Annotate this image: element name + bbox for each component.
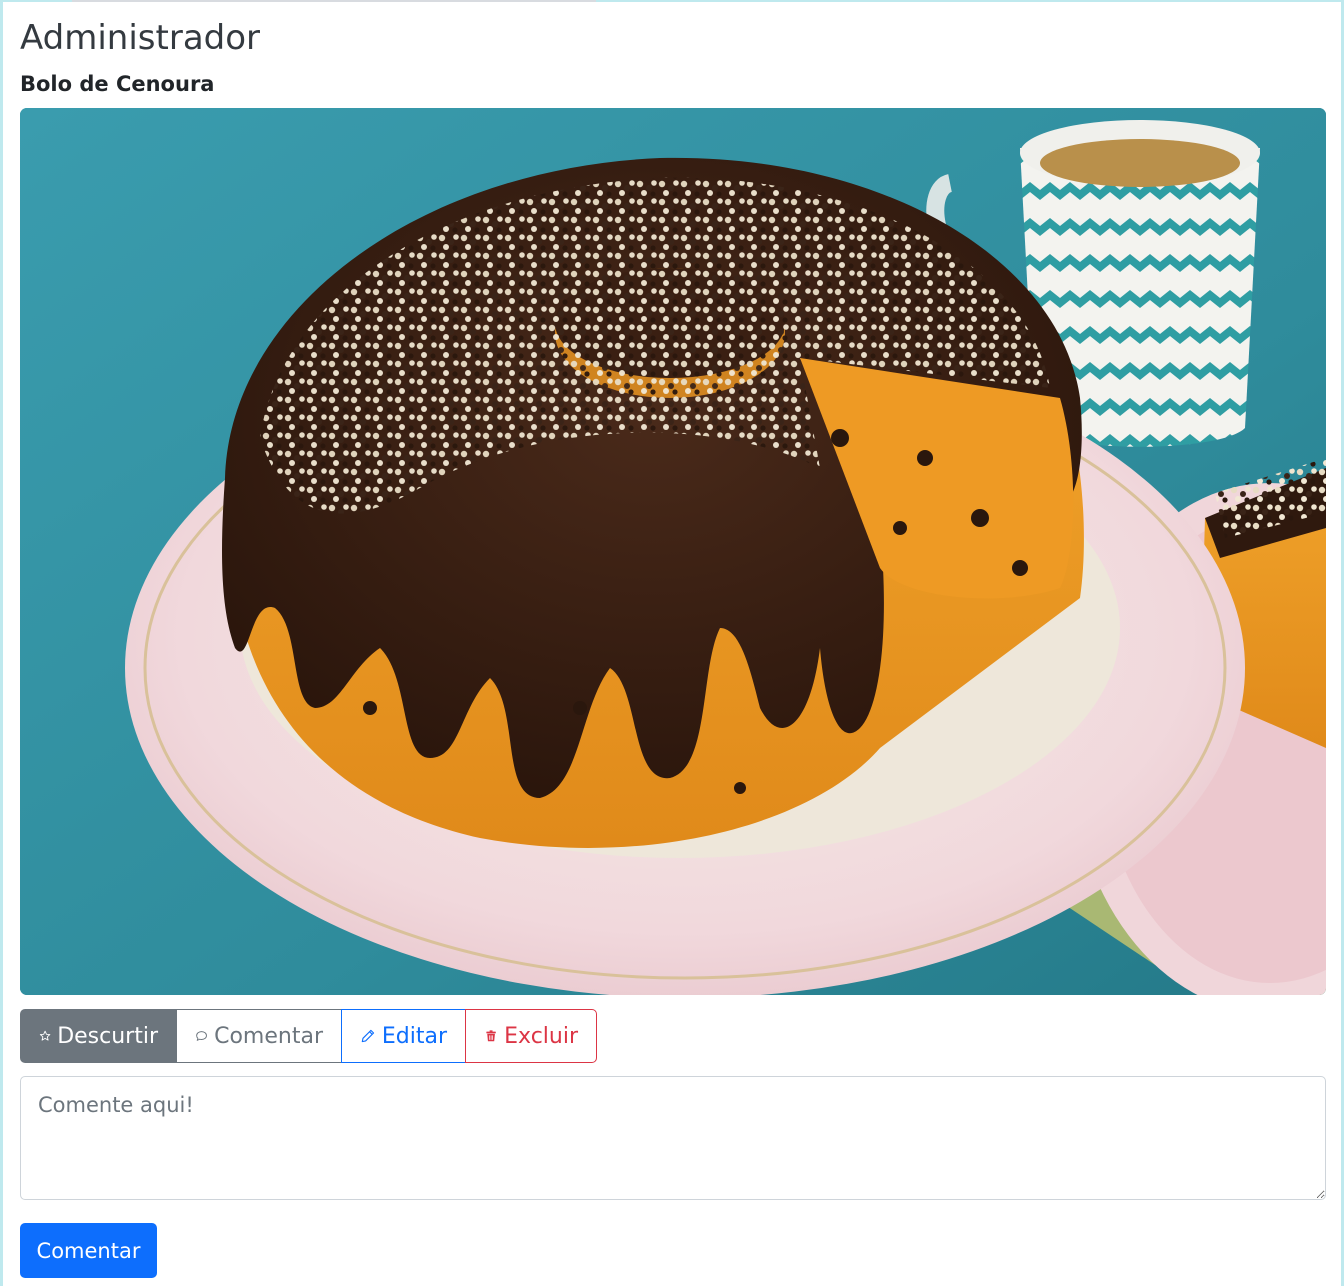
delete-button-label: Excluir: [504, 1023, 578, 1049]
unlike-button[interactable]: Descurtir: [20, 1009, 177, 1063]
page-title: Administrador: [20, 18, 261, 58]
post-image: [20, 108, 1326, 995]
edit-button[interactable]: Editar: [341, 1009, 466, 1063]
post-action-buttons: Descurtir Comentar Editar Excluir: [20, 1009, 597, 1063]
unlike-button-label: Descurtir: [57, 1023, 158, 1049]
top-tab-indicator: [72, 0, 596, 2]
comment-toggle-button[interactable]: Comentar: [176, 1009, 342, 1063]
delete-button[interactable]: Excluir: [465, 1009, 597, 1063]
comment-input[interactable]: [20, 1076, 1326, 1200]
star-icon: [39, 1030, 51, 1041]
pencil-icon: [361, 1029, 375, 1043]
submit-comment-button[interactable]: Comentar: [20, 1223, 157, 1278]
trash-icon: [486, 1030, 496, 1042]
comment-toggle-label: Comentar: [214, 1023, 323, 1049]
cake-photo: [20, 108, 1326, 995]
chat-bubble-icon: [196, 1031, 207, 1041]
post-title: Bolo de Cenoura: [20, 72, 215, 96]
edit-button-label: Editar: [381, 1023, 447, 1049]
